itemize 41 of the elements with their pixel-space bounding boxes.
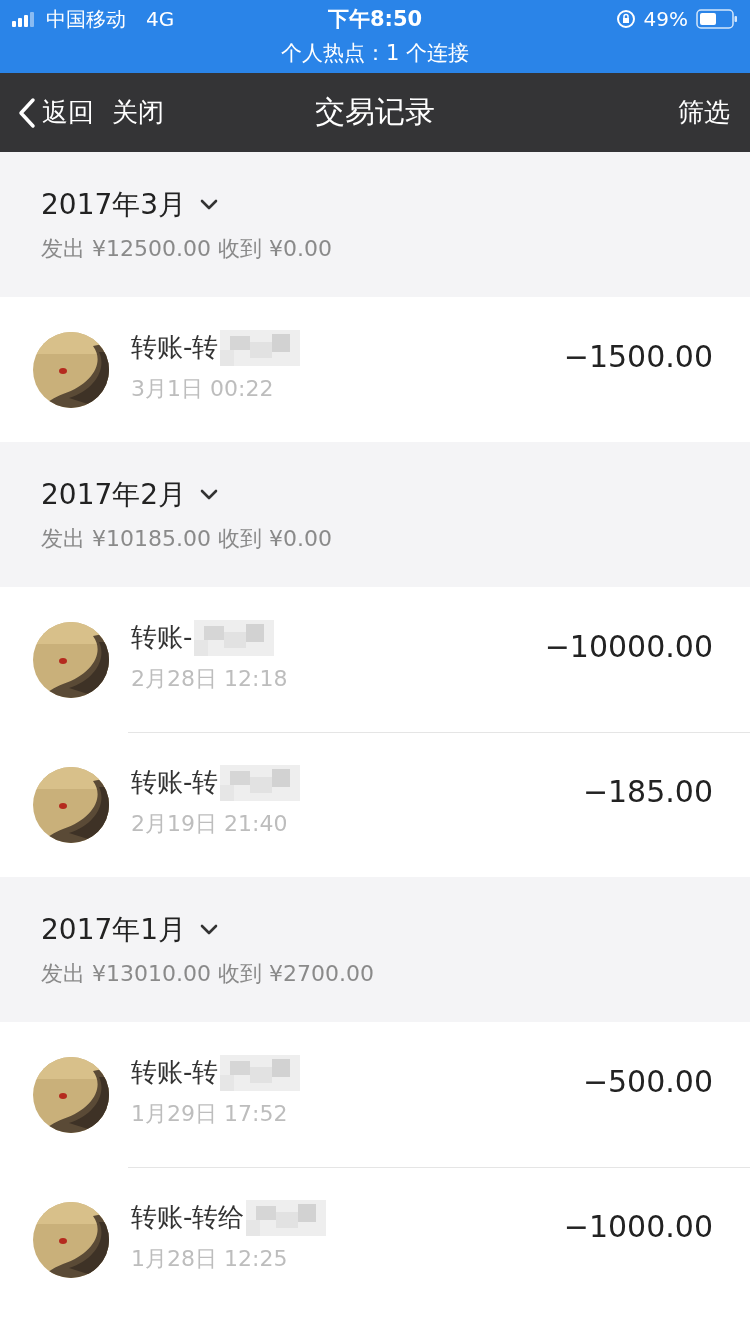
close-button[interactable]: 关闭 [112, 95, 164, 130]
network-type: 4G [146, 7, 175, 31]
transaction-date: 3月1日 00:22 [131, 374, 275, 403]
chevron-down-icon [200, 923, 219, 936]
battery-icon [696, 9, 738, 29]
month-selector[interactable]: 2017年1月 [41, 910, 219, 949]
transaction-amount: −185.00 [582, 774, 713, 809]
transaction-date: 1月29日 17:52 [131, 1099, 289, 1128]
transaction-date: 2月28日 12:18 [131, 664, 288, 693]
page-title: 交易记录 [315, 93, 435, 131]
transaction-date: 2月19日 21:40 [131, 809, 289, 838]
transaction-title: 转账-转 [131, 331, 219, 364]
carrier-name: 中国移动 [46, 5, 126, 33]
transaction-title: 转账- [131, 621, 193, 654]
filter-button[interactable]: 筛选 [678, 95, 730, 130]
hotspot-banner[interactable]: 个人热点：1 个连接 [280, 39, 469, 67]
transaction-title: 转账-转 [131, 766, 219, 799]
month-selector[interactable]: 2017年3月 [41, 185, 219, 224]
month-summary: 发出 ¥13010.00 收到 ¥2700.00 [41, 959, 375, 988]
transaction-title: 转账-转 [131, 1056, 219, 1089]
chevron-down-icon [200, 198, 219, 211]
transaction-amount: −1000.00 [563, 1209, 713, 1244]
back-button[interactable]: 返回 [18, 95, 94, 130]
transaction-row[interactable]: 转账-转 1月29日 17:52 −500.00 [0, 1022, 750, 1167]
transaction-row[interactable]: 转账-转给 1月28日 12:25 −1000.00 [0, 1167, 750, 1312]
chevron-left-icon [18, 96, 36, 129]
transaction-row[interactable]: 转账-转 3月1日 00:22 −1500.00 [0, 297, 750, 442]
clock: 下午8:50 [327, 6, 423, 33]
month-summary: 发出 ¥12500.00 收到 ¥0.00 [41, 234, 333, 263]
rotation-lock-icon [615, 9, 636, 29]
battery-percent: 49% [643, 7, 688, 31]
transaction-row[interactable]: 转账- 2月28日 12:18 −10000.00 [0, 587, 750, 732]
chevron-down-icon [200, 488, 219, 501]
transaction-amount: −500.00 [582, 1064, 713, 1099]
transaction-date: 1月28日 12:25 [131, 1244, 289, 1273]
transaction-title: 转账-转给 [131, 1201, 245, 1234]
transaction-amount: −1500.00 [563, 339, 713, 374]
month-selector[interactable]: 2017年2月 [41, 475, 219, 514]
transaction-amount: −10000.00 [544, 629, 713, 664]
month-summary: 发出 ¥10185.00 收到 ¥0.00 [41, 524, 333, 553]
transaction-row[interactable]: 转账-转 2月19日 21:40 −185.00 [0, 732, 750, 877]
